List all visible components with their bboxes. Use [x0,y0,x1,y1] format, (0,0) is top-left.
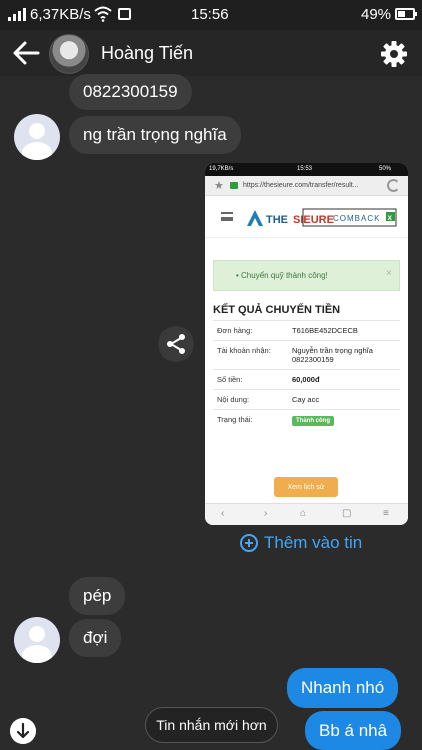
row-value: Nguyễn trần trọng nghĩa 0822300159 [288,340,400,370]
menu-icon [221,212,233,221]
success-alert: • Chuyển quỹ thành công! × [213,260,400,291]
wifi-icon [94,6,112,22]
contact-name[interactable]: Hoàng Tiến [101,43,193,64]
screenshot-battery: 50% [379,166,392,172]
newer-messages-button[interactable]: Tin nhắn mới hơn [145,707,278,743]
add-to-story-link[interactable]: Thêm vào tin [240,533,362,553]
message-bubble-outgoing[interactable]: Bb á nhâ [305,711,402,750]
message-bubble-outgoing[interactable]: Nhanh nhó [287,668,399,708]
alert-text: • Chuyển quỹ thành công! [236,271,328,280]
battery-icon [395,8,417,20]
status-badge: Thành công [292,416,334,426]
forward-icon: › [264,508,268,519]
message-bubble[interactable]: đợi [69,619,122,657]
battery-percent: 49% [361,6,392,23]
row-label: Nội dung: [213,389,288,410]
contact-avatar[interactable] [49,34,89,74]
back-arrow-icon[interactable] [12,40,40,66]
table-row: Nội dung: Cay acc [213,389,400,410]
browser-url-bar: ★ https://thesieure.com/transfer/result.… [205,176,408,196]
row-label: Trạng thái: [213,409,288,429]
site-navbar: THE SIEURE COMBACK x [205,196,408,238]
table-row: Đơn hàng: T616BE452DCECB [213,320,400,341]
home-icon: ⌂ [300,508,307,519]
share-icon[interactable] [158,326,194,362]
result-title: KẾT QUẢ CHUYỂN TIỀN [213,304,341,316]
row-label: Đơn hàng: [213,320,288,341]
logo-badge: COMBACK [333,214,380,223]
star-icon: ★ [214,180,224,192]
table-row: Số tiền: 60,000đ [213,369,400,390]
logo-text-a: THE [266,214,288,226]
sender-avatar[interactable] [14,617,60,663]
browser-url: https://thesieure.com/transfer/result... [243,182,359,189]
message-bubble[interactable]: 0822300159 [69,74,192,110]
chat-header: Hoàng Tiến [0,30,422,76]
site-logo: THE SIEURE COMBACK x [247,208,397,227]
add-to-story-label: Thêm vào tin [264,533,363,552]
scroll-down-icon[interactable] [10,718,36,744]
plus-circle-icon [240,534,258,552]
lock-icon [230,182,238,189]
row-label: Tài khoản nhận: [213,340,288,370]
gear-icon[interactable] [380,40,408,68]
close-icon: × [386,268,392,279]
row-value: T616BE452DCECB [288,320,400,341]
screenshot-time: 15:53 [297,166,313,172]
image-notification-icon [118,8,131,20]
message-bubble[interactable]: ng trần trọng nghĩa [69,116,241,154]
status-bar: 6,37KB/s 15:56 49% [0,0,422,30]
sender-avatar[interactable] [14,114,60,160]
signal-icon [8,7,26,21]
network-speed: 6,37KB/s [30,6,91,23]
row-value: 60,000đ [288,369,400,390]
screenshot-status-bar: 19,7KB/s 15:53 50% [205,163,408,176]
browser-bottom-nav: ‹ › ⌂ ▢ ≡ [205,503,408,525]
row-label: Số tiền: [213,369,288,390]
tabs-icon: ▢ [342,508,352,519]
back-icon: ‹ [221,508,225,519]
transfer-result-table: Đơn hàng: T616BE452DCECB Tài khoản nhận: N… [213,320,400,429]
screenshot-speed: 19,7KB/s [209,166,234,172]
message-bubble[interactable]: pép [69,577,126,615]
svg-text:x: x [388,213,393,222]
logo-text-b: SIEURE [293,214,334,226]
table-row: Trạng thái: Thành công [213,409,400,429]
menu-icon: ≡ [383,508,389,519]
shared-screenshot-image[interactable]: 19,7KB/s 15:53 50% ★ https://thesieure.c… [205,163,408,525]
table-row: Tài khoản nhận: Nguyễn trần trọng nghĩa 0… [213,340,400,370]
clock: 15:56 [191,6,229,23]
history-button: Xem lịch sử [274,477,338,497]
row-value: Cay acc [288,389,400,410]
reload-icon [387,179,400,192]
